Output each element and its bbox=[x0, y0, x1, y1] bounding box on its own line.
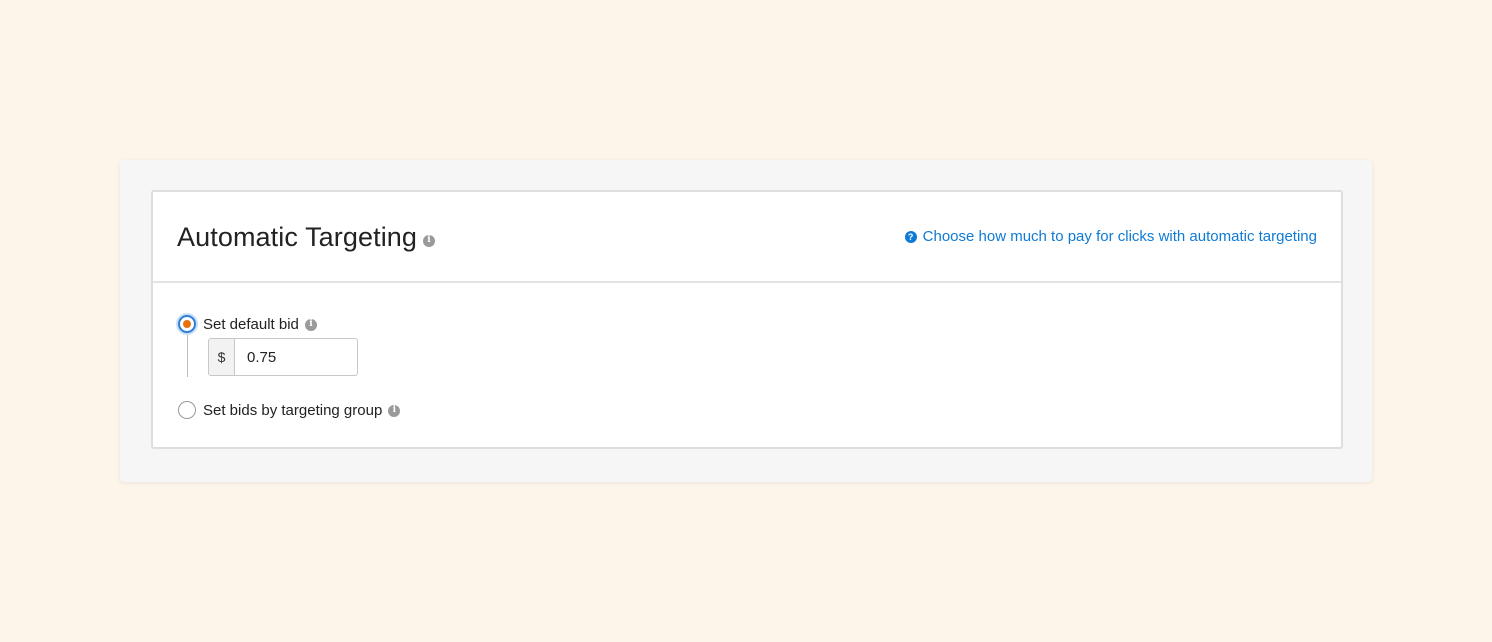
default-bid-label[interactable]: Set default bid bbox=[203, 316, 299, 333]
default-bid-input[interactable]: $ 0.75 bbox=[208, 338, 358, 376]
currency-prefix: $ bbox=[209, 339, 235, 375]
default-bid-radio[interactable] bbox=[178, 315, 196, 333]
help-link-text[interactable]: Choose how much to pay for clicks with a… bbox=[923, 228, 1317, 245]
bid-amount-field[interactable]: 0.75 bbox=[235, 339, 357, 375]
panel-header: Automatic Targeting i ? Choose how much … bbox=[153, 192, 1341, 283]
outer-card: Automatic Targeting i ? Choose how much … bbox=[120, 160, 1372, 482]
targeting-group-label[interactable]: Set bids by targeting group bbox=[203, 402, 382, 419]
panel-title-row: Automatic Targeting i bbox=[177, 222, 436, 253]
radio-selected-dot bbox=[183, 320, 191, 328]
automatic-targeting-panel: Automatic Targeting i ? Choose how much … bbox=[151, 190, 1343, 449]
help-link[interactable]: ? Choose how much to pay for clicks with… bbox=[904, 228, 1317, 245]
help-circle-icon: ? bbox=[904, 230, 917, 243]
page-title: Automatic Targeting bbox=[177, 222, 418, 252]
targeting-group-info-icon[interactable]: i bbox=[388, 404, 401, 417]
default-bid-option[interactable]: Set default bid i bbox=[203, 316, 317, 333]
option-connector-line bbox=[187, 335, 188, 377]
targeting-group-option[interactable]: Set bids by targeting group i bbox=[203, 402, 401, 419]
panel-body: Set default bid i $ 0.75 Set bids by tar… bbox=[153, 283, 1341, 447]
targeting-group-radio[interactable] bbox=[178, 401, 196, 419]
title-info-icon[interactable]: i bbox=[423, 234, 436, 247]
default-bid-info-icon[interactable]: i bbox=[304, 318, 317, 331]
